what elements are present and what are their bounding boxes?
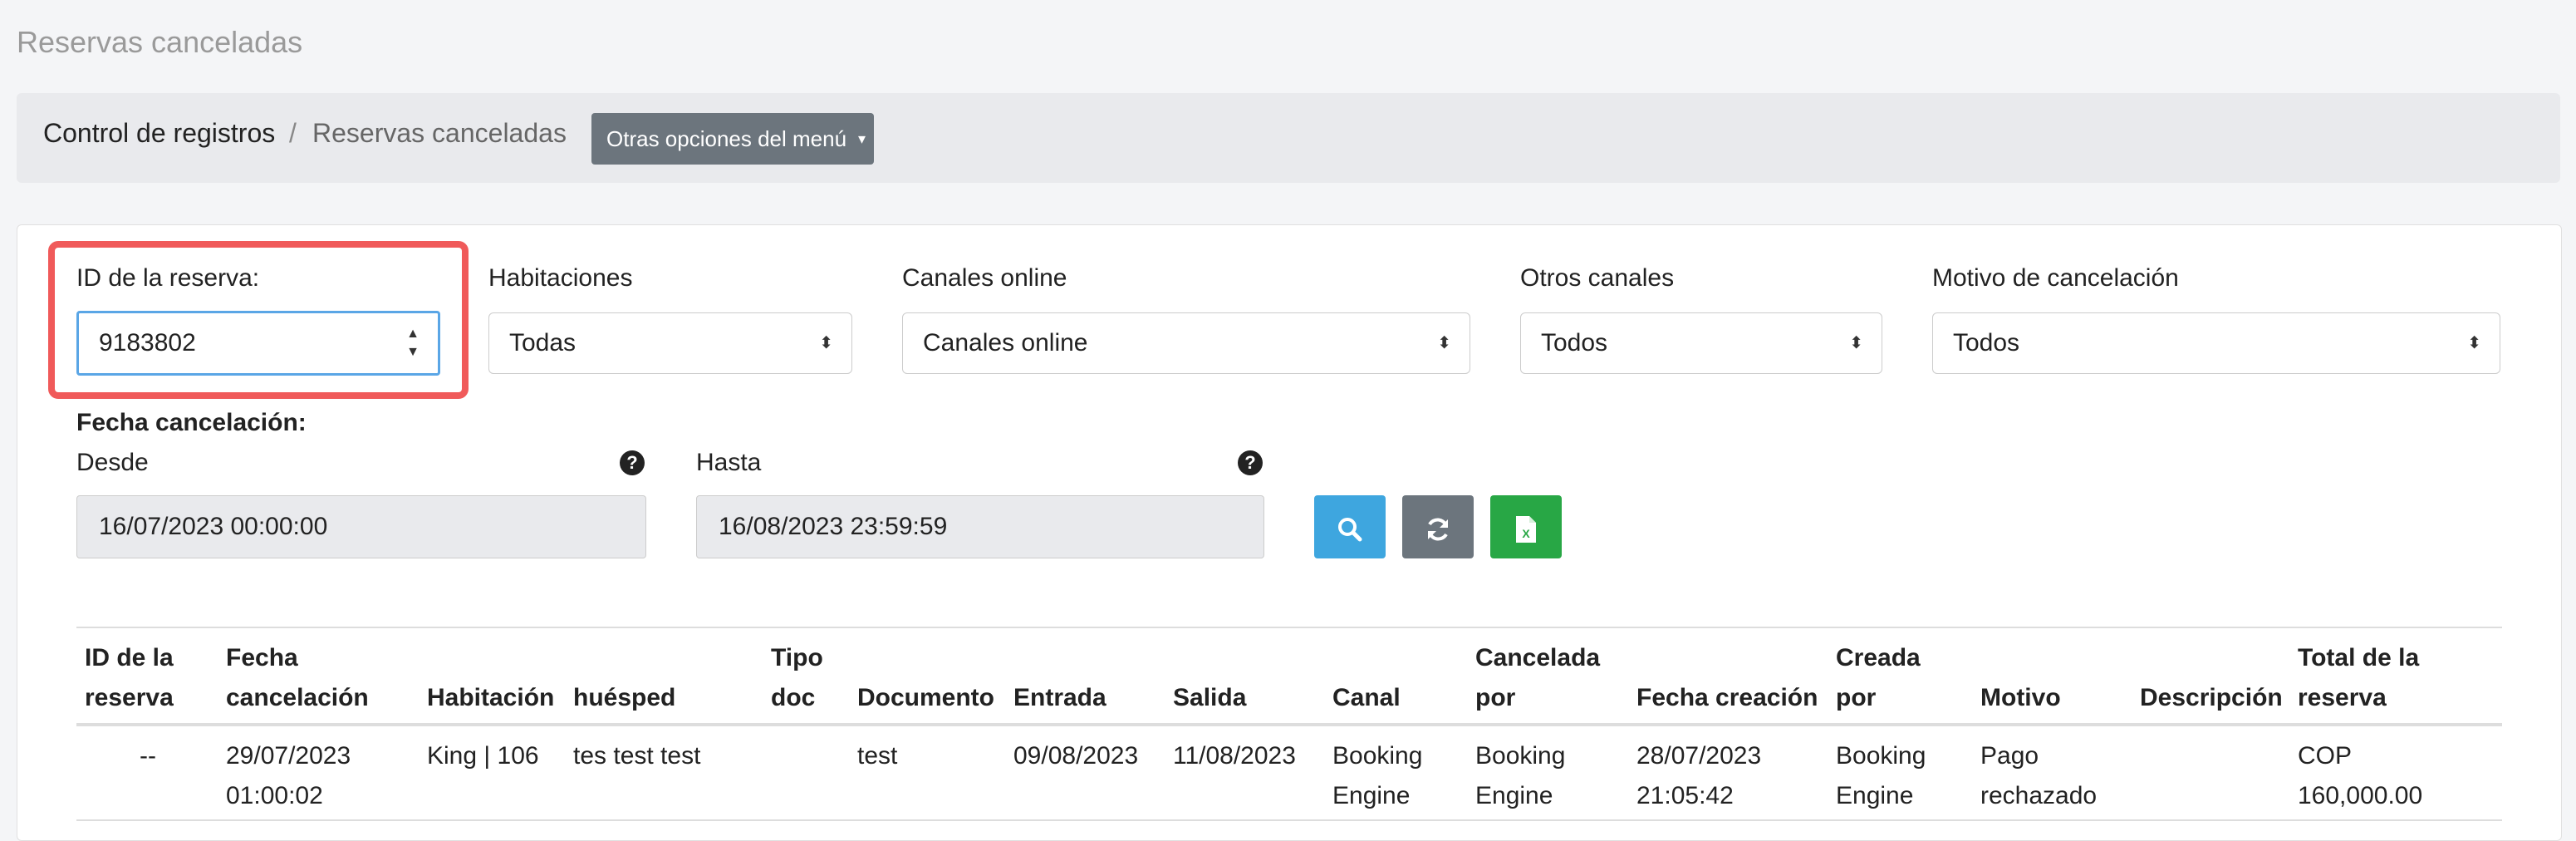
online-channels-select[interactable]: Canales online ⬍ bbox=[902, 312, 1470, 374]
from-label: Desde bbox=[76, 449, 149, 476]
refresh-icon bbox=[1423, 512, 1453, 542]
table-header-cell[interactable]: reserva bbox=[2298, 678, 2387, 718]
table-cell: 29/07/2023 bbox=[226, 742, 351, 770]
table-header-cell[interactable]: por bbox=[1836, 678, 1876, 718]
rooms-select[interactable]: Todas ⬍ bbox=[488, 312, 852, 374]
table-header-cell[interactable]: Motivo bbox=[1980, 678, 2061, 718]
table-header-cell[interactable]: Total de la bbox=[2298, 638, 2419, 678]
excel-export-button[interactable]: X bbox=[1490, 495, 1562, 558]
table-cell: Engine bbox=[1475, 782, 1553, 809]
table-header-cell[interactable]: Fecha bbox=[226, 638, 298, 678]
help-icon[interactable]: ? bbox=[1238, 450, 1263, 475]
table-cell: Pago bbox=[1980, 742, 2039, 770]
table-cell: Booking bbox=[1836, 742, 1926, 770]
cancel-reason-selected-value: Todos bbox=[1953, 329, 2020, 357]
table-header-cell[interactable]: Canal bbox=[1332, 678, 1401, 718]
table-header-cell[interactable]: doc bbox=[771, 678, 815, 718]
table-cell: test bbox=[857, 742, 898, 770]
select-arrows-icon: ⬍ bbox=[2467, 334, 2481, 352]
help-icon[interactable]: ? bbox=[620, 450, 645, 475]
number-spinner-icon[interactable]: ▲ ▼ bbox=[406, 325, 420, 361]
reservation-id-value: 9183802 bbox=[99, 329, 196, 357]
reservation-id-input[interactable]: 9183802 ▲ ▼ bbox=[76, 311, 440, 376]
refresh-button[interactable] bbox=[1402, 495, 1474, 558]
table-row-border bbox=[76, 819, 2502, 821]
table-cell: 160,000.00 bbox=[2298, 782, 2423, 809]
table-cell: 11/08/2023 bbox=[1173, 742, 1296, 770]
table-cell: 28/07/2023 bbox=[1636, 742, 1762, 770]
select-arrows-icon: ⬍ bbox=[1849, 334, 1863, 352]
from-date-value: 16/07/2023 00:00:00 bbox=[99, 513, 328, 540]
table-cell: 09/08/2023 bbox=[1013, 742, 1139, 770]
table-cell: Engine bbox=[1836, 782, 1914, 809]
table-header-cell[interactable]: Habitación bbox=[427, 678, 554, 718]
table-header-cell[interactable]: Cancelada bbox=[1475, 638, 1600, 678]
svg-text:X: X bbox=[1522, 527, 1530, 540]
table-cell: Booking bbox=[1332, 742, 1423, 770]
table-top-border bbox=[76, 627, 2502, 628]
search-button[interactable] bbox=[1314, 495, 1386, 558]
online-channels-selected-value: Canales online bbox=[923, 329, 1088, 357]
search-icon bbox=[1336, 512, 1364, 542]
table-header-cell[interactable]: Tipo bbox=[771, 638, 823, 678]
breadcrumb: Control de registros / Reservas cancelad… bbox=[17, 93, 2560, 183]
table-header-cell[interactable]: por bbox=[1475, 678, 1515, 718]
caret-down-icon: ▾ bbox=[857, 130, 866, 147]
reservation-id-label: ID de la reserva: bbox=[76, 264, 260, 292]
table-header-cell[interactable]: ID de la bbox=[85, 638, 174, 678]
table-cell: rechazado bbox=[1980, 782, 2098, 809]
table-cell: tes test test bbox=[573, 742, 701, 770]
cancel-reason-label: Motivo de cancelación bbox=[1932, 264, 2179, 292]
select-arrows-icon: ⬍ bbox=[1437, 334, 1451, 352]
table-cell: King | 106 bbox=[427, 742, 539, 770]
other-channels-select[interactable]: Todos ⬍ bbox=[1520, 312, 1882, 374]
online-channels-label: Canales online bbox=[902, 264, 1067, 292]
to-date-input[interactable]: 16/08/2023 23:59:59 bbox=[696, 495, 1264, 558]
to-date-value: 16/08/2023 23:59:59 bbox=[719, 513, 948, 540]
table-header-cell[interactable]: huésped bbox=[573, 678, 675, 718]
table-cell: Engine bbox=[1332, 782, 1411, 809]
table-header-cell[interactable]: Creada bbox=[1836, 638, 1921, 678]
table-header-cell[interactable]: reserva bbox=[85, 678, 174, 718]
select-arrows-icon: ⬍ bbox=[819, 334, 833, 352]
cancel-date-label: Fecha cancelación: bbox=[76, 409, 307, 436]
to-label: Hasta bbox=[696, 449, 762, 476]
other-channels-label: Otros canales bbox=[1520, 264, 1675, 292]
rooms-selected-value: Todas bbox=[509, 329, 577, 357]
excel-icon: X bbox=[1514, 512, 1538, 543]
table-header-cell[interactable]: Documento bbox=[857, 678, 994, 718]
rooms-label: Habitaciones bbox=[488, 264, 633, 292]
cancel-reason-select[interactable]: Todos ⬍ bbox=[1932, 312, 2500, 374]
breadcrumb-home-link[interactable]: Control de registros bbox=[43, 118, 275, 149]
other-menu-options-label: Otras opciones del menú bbox=[606, 126, 847, 151]
table-header-cell[interactable]: Fecha creación bbox=[1636, 678, 1818, 718]
breadcrumb-current: Reservas canceladas bbox=[312, 118, 567, 148]
other-menu-options-button[interactable]: Otras opciones del menú ▾ bbox=[591, 113, 874, 165]
table-header-cell[interactable]: Entrada bbox=[1013, 678, 1106, 718]
table-cell: 21:05:42 bbox=[1636, 782, 1734, 809]
table-header-border bbox=[76, 723, 2502, 726]
table-header-cell[interactable]: Descripción bbox=[2140, 678, 2283, 718]
table-cell: -- bbox=[140, 742, 156, 770]
table-cell: 01:00:02 bbox=[226, 782, 323, 809]
other-channels-selected-value: Todos bbox=[1541, 329, 1608, 357]
from-date-input[interactable]: 16/07/2023 00:00:00 bbox=[76, 495, 646, 558]
table-header-cell[interactable]: Salida bbox=[1173, 678, 1246, 718]
table-cell: Booking bbox=[1475, 742, 1566, 770]
page-title: Reservas canceladas bbox=[17, 25, 303, 59]
breadcrumb-separator: / bbox=[289, 118, 297, 148]
table-cell: COP bbox=[2298, 742, 2353, 770]
table-header-cell[interactable]: cancelación bbox=[226, 678, 369, 718]
